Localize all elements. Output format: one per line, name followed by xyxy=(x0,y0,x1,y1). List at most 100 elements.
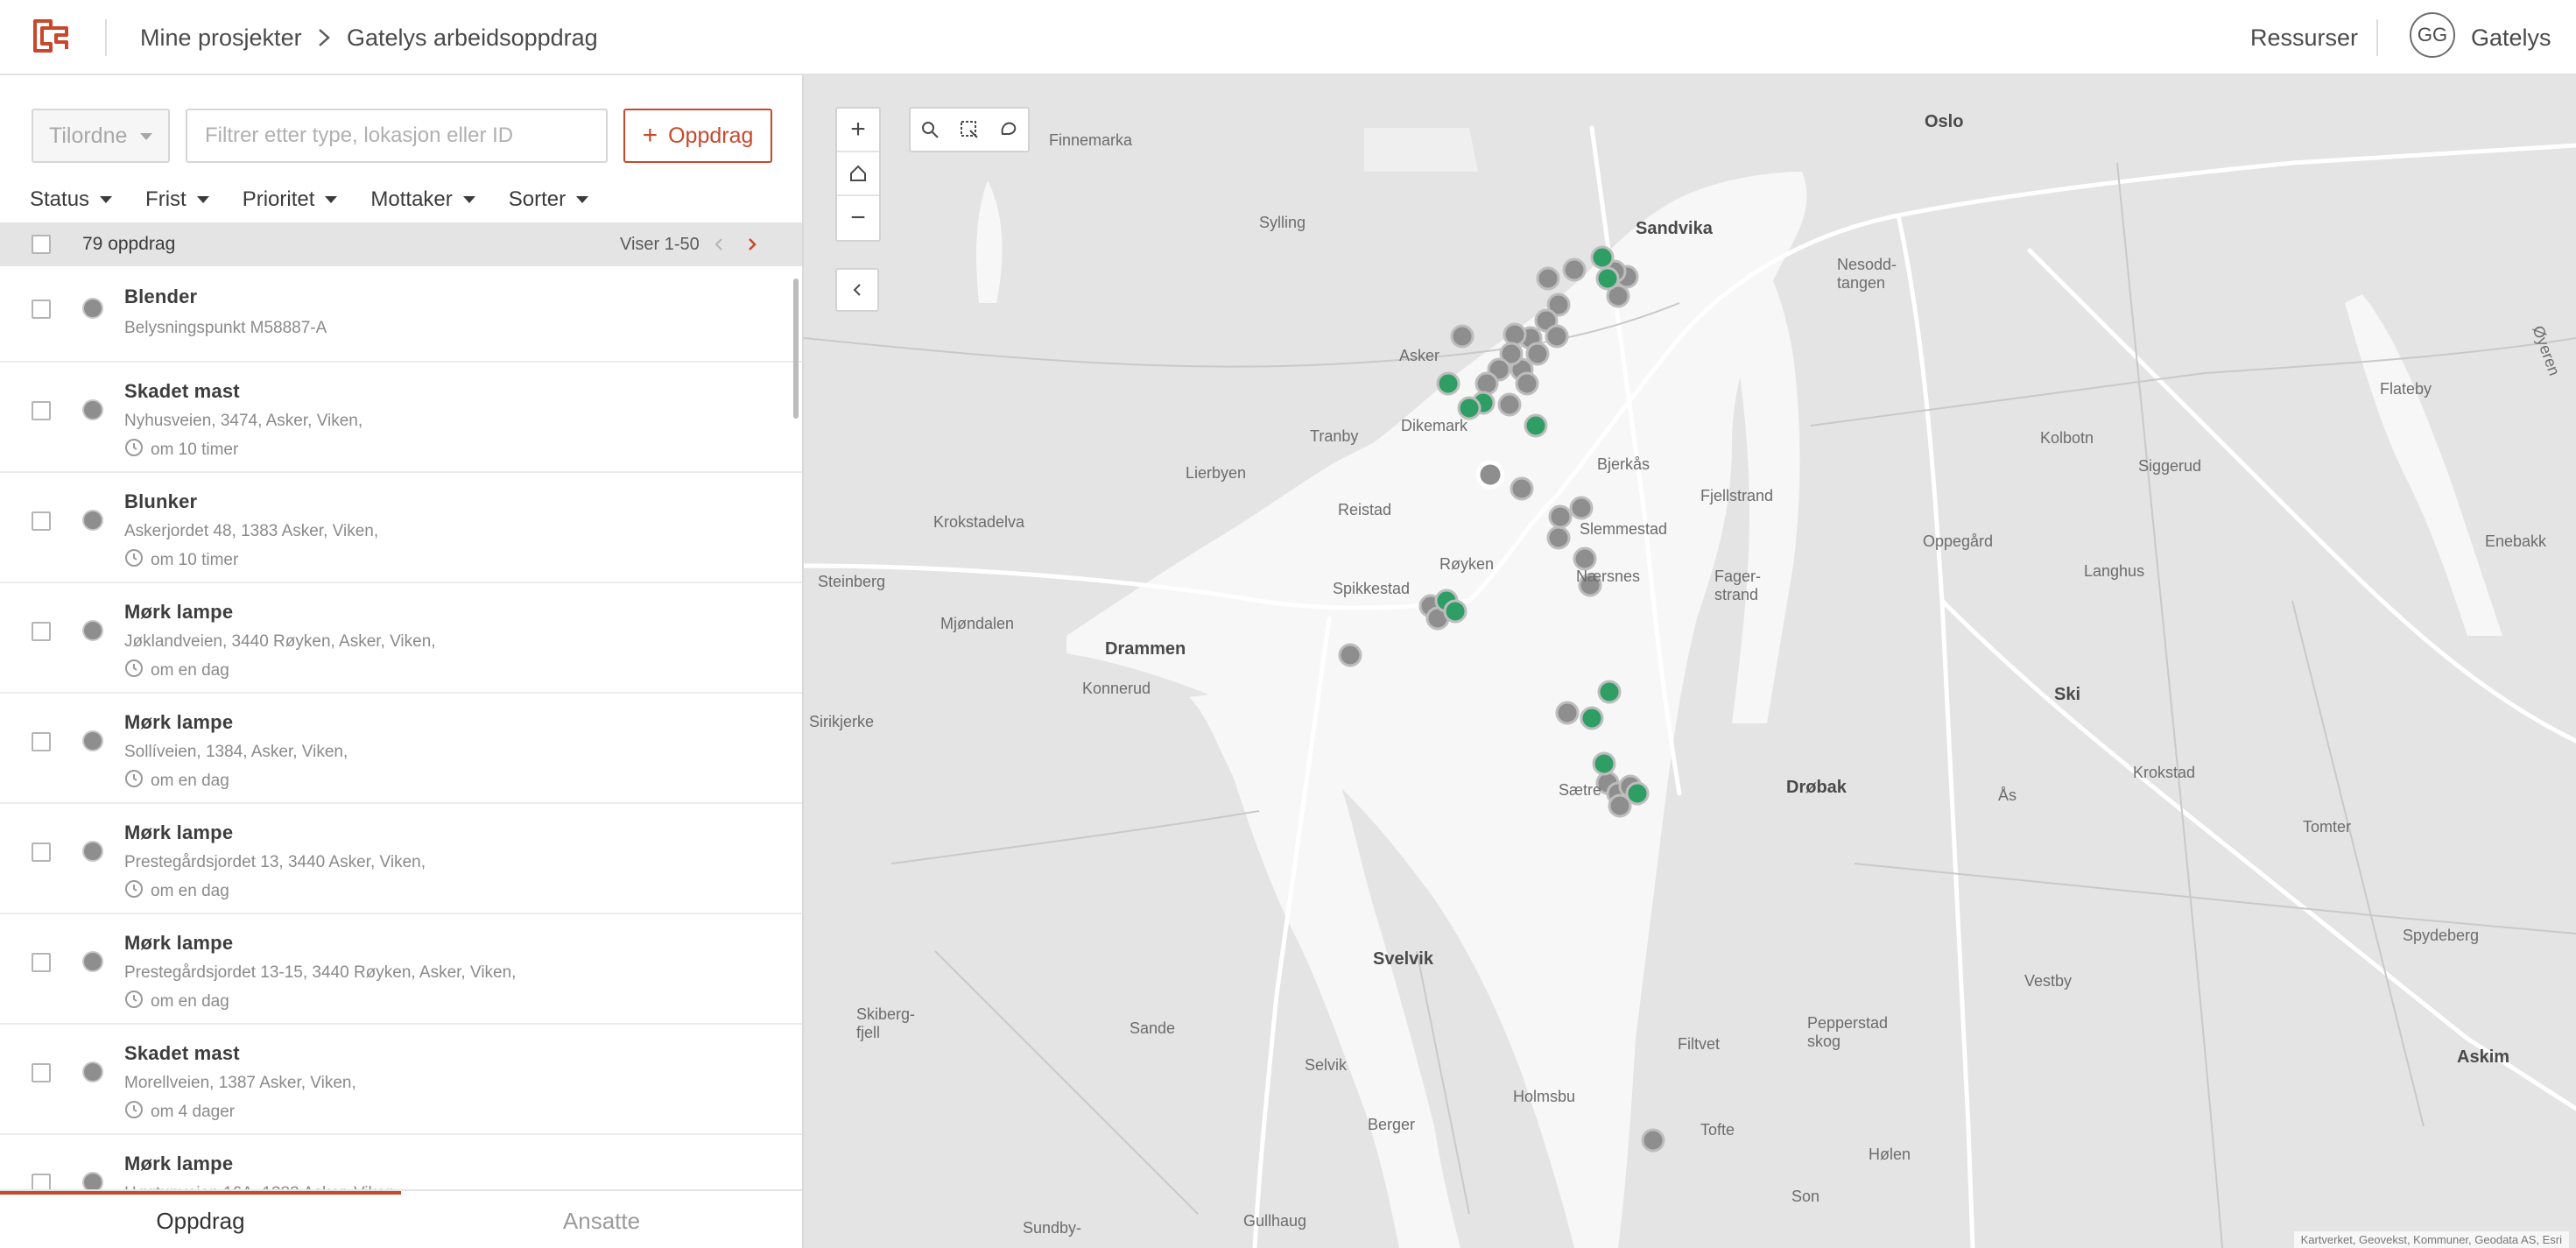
filter-input[interactable] xyxy=(186,109,608,163)
new-work-order-label: Oppdrag xyxy=(668,123,754,148)
filter-label: Frist xyxy=(145,187,187,211)
map-label-sylling: Sylling xyxy=(1259,214,1306,231)
list-item[interactable]: Blender Belysningspunkt M58887-A xyxy=(0,266,802,363)
row-checkbox[interactable] xyxy=(32,732,51,751)
breadcrumb-current: Gatelys arbeidsoppdrag xyxy=(347,25,598,51)
select-tool-button[interactable] xyxy=(950,109,989,151)
map-label-selvik: Selvik xyxy=(1305,1056,1348,1074)
map-label-oslo: Oslo xyxy=(1925,112,1964,131)
header-divider xyxy=(2376,19,2378,56)
list-item[interactable]: Skadet mast Morellveien, 1387 Asker, Vike… xyxy=(0,1025,802,1135)
due-label: om 10 timer xyxy=(151,551,239,569)
filter-bar: Status Frist Prioritet Mottaker Sorter xyxy=(30,180,622,219)
tab-work-orders[interactable]: Oppdrag xyxy=(0,1195,401,1247)
home-button[interactable] xyxy=(837,152,879,196)
plus-icon: + xyxy=(642,121,658,150)
list-item[interactable]: Blunker Askerjordet 48, 1383 Asker, Viken… xyxy=(0,473,802,583)
work-order-due: om en dag xyxy=(124,659,229,683)
work-order-address: Jøklandveien, 3440 Røyken, Asker, Viken, xyxy=(124,632,436,651)
work-order-address: Morellveien, 1387 Asker, Viken, xyxy=(124,1074,356,1092)
list-item[interactable]: Mørk lampe Prestegårdsjordet 13-15, 3440 … xyxy=(0,914,802,1025)
map-label-holmsbu: Holmsbu xyxy=(1513,1088,1576,1105)
work-order-address: Askerjordet 48, 1383 Asker, Viken, xyxy=(124,522,379,540)
status-dot xyxy=(82,399,103,420)
chevron-left-icon[interactable] xyxy=(713,237,725,251)
assign-dropdown[interactable]: Tilordne xyxy=(32,109,170,163)
filter-sort[interactable]: Sorter xyxy=(509,180,589,219)
work-order-address: Prestegårdsjordet 13-15, 3440 Røyken, As… xyxy=(124,963,517,982)
caret-down-icon xyxy=(462,196,475,203)
map-label-as: Ås xyxy=(1998,786,2017,804)
due-label: om en dag xyxy=(151,661,229,680)
panel-tabs: Oppdrag Ansatte xyxy=(0,1189,802,1248)
avatar[interactable]: GG xyxy=(2410,12,2455,58)
due-label: om 4 dager xyxy=(151,1103,236,1121)
map-label-konnerud: Konnerud xyxy=(1082,680,1151,697)
list-header: 79 oppdrag Viser 1-50 xyxy=(0,222,802,266)
map-attribution: Kartverket, Geovekst, Kommuner, Geodata … xyxy=(2293,1231,2569,1248)
filter-due[interactable]: Frist xyxy=(145,180,209,219)
map-label-slemmestad: Slemmestad xyxy=(1580,520,1668,538)
work-order-due: om en dag xyxy=(124,769,229,793)
select-all-checkbox[interactable] xyxy=(32,235,51,254)
status-dot xyxy=(82,510,103,531)
result-count: 79 oppdrag xyxy=(82,234,176,254)
resources-link[interactable]: Ressurser xyxy=(2250,19,2358,56)
new-work-order-button[interactable]: + Oppdrag xyxy=(623,109,772,163)
lasso-tool-button[interactable] xyxy=(989,109,1028,151)
map-label-askim: Askim xyxy=(2457,1047,2510,1067)
collapse-panel-button[interactable] xyxy=(835,268,879,312)
map-label-enebakk: Enebakk xyxy=(2485,532,2547,550)
row-checkbox[interactable] xyxy=(32,1063,51,1082)
list-item[interactable]: Mørk lampe Sollíveien, 1384, Asker, Viken… xyxy=(0,694,802,804)
filter-priority[interactable]: Prioritet xyxy=(243,180,338,219)
select-rectangle-icon xyxy=(961,121,978,138)
filter-assignee[interactable]: Mottaker xyxy=(370,180,475,219)
list-item[interactable]: Skadet mast Nyhusveien, 3474, Asker, Vike… xyxy=(0,363,802,473)
map-label-reistad: Reistad xyxy=(1338,501,1392,518)
map-label-drammen: Drammen xyxy=(1105,639,1186,659)
status-dot xyxy=(82,1061,103,1082)
caret-down-icon xyxy=(325,196,338,203)
map-label-filtvet: Filtvet xyxy=(1678,1035,1721,1053)
due-label: om en dag xyxy=(151,992,229,1011)
work-order-address: Prestegårdsjordet 13, 3440 Asker, Viken, xyxy=(124,853,426,871)
status-dot xyxy=(82,298,103,319)
map-view[interactable]: Oslo Sandvika Drammen Drøbak Ski Askim S… xyxy=(804,75,2576,1248)
app-logo-icon[interactable] xyxy=(32,16,75,56)
breadcrumb-projects[interactable]: Mine prosjekter xyxy=(140,19,302,56)
work-order-panel: Tilordne + Oppdrag Status Frist Priorite… xyxy=(0,75,804,1248)
list-item[interactable]: Mørk lampe Jøklandveien, 3440 Røyken, Ask… xyxy=(0,583,802,694)
work-order-title: Mørk lampe xyxy=(124,711,234,733)
user-name[interactable]: Gatelys xyxy=(2471,19,2551,56)
work-order-address: Nyhusveien, 3474, Asker, Viken, xyxy=(124,412,363,430)
row-checkbox[interactable] xyxy=(32,511,51,531)
work-order-due: om en dag xyxy=(124,990,229,1014)
map-label-fjellstrand: Fjellstrand xyxy=(1700,487,1774,504)
map-label-dikemark: Dikemark xyxy=(1401,417,1468,434)
work-order-title: Blunker xyxy=(124,490,198,512)
work-order-title: Mørk lampe xyxy=(124,601,234,623)
work-order-address: Belysningspunkt M58887-A xyxy=(124,319,327,337)
zoom-in-button[interactable]: + xyxy=(837,109,879,152)
chevron-right-icon[interactable] xyxy=(746,237,758,251)
row-checkbox[interactable] xyxy=(32,300,51,319)
row-checkbox[interactable] xyxy=(32,843,51,862)
zoom-out-button[interactable]: − xyxy=(837,196,879,240)
map-label-fagerstrand: Fager- strand xyxy=(1714,568,1762,603)
row-checkbox[interactable] xyxy=(32,401,51,420)
filter-status[interactable]: Status xyxy=(30,180,113,219)
map-label-siggerud: Siggerud xyxy=(2138,457,2202,475)
search-tool-button[interactable] xyxy=(911,109,950,151)
map-label-berger: Berger xyxy=(1368,1116,1416,1133)
map-label-asker: Asker xyxy=(1399,347,1440,364)
status-dot xyxy=(82,841,103,862)
row-checkbox[interactable] xyxy=(32,622,51,641)
list-item[interactable]: Mørk lampe Prestegårdsjordet 13, 3440 Ask… xyxy=(0,804,802,914)
map-label-langhus: Langhus xyxy=(2084,562,2145,580)
map-label-skiberg: Skiberg- fjell xyxy=(856,1005,916,1041)
list-scrollbar[interactable] xyxy=(793,279,799,419)
map-label-krokstadelva: Krokstadelva xyxy=(933,513,1025,531)
row-checkbox[interactable] xyxy=(32,953,51,972)
tab-employees[interactable]: Ansatte xyxy=(401,1195,802,1247)
